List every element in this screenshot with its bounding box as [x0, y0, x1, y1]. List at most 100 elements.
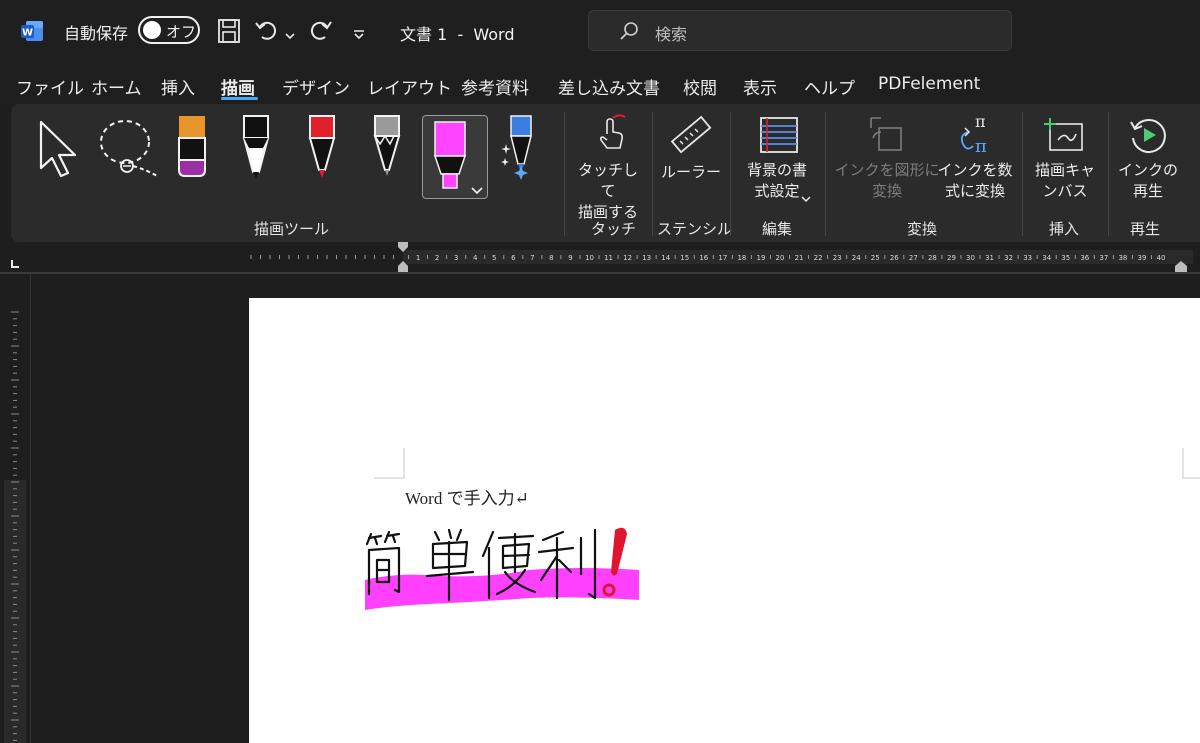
drawing-canvas-icon — [1042, 114, 1084, 158]
ink-to-shape-icon — [867, 114, 907, 160]
ruler-number: 37 — [1099, 254, 1108, 262]
active-tab-indicator — [221, 97, 258, 100]
search-box[interactable]: 検索 — [588, 10, 1012, 51]
group-separator — [1022, 112, 1023, 236]
vertical-ruler[interactable] — [0, 300, 30, 743]
ruler-number: 16 — [699, 254, 708, 262]
ruler-number: 25 — [871, 254, 880, 262]
group-separator — [652, 112, 653, 236]
tab-references[interactable]: 参考資料 — [461, 74, 529, 99]
undo-icon[interactable] — [254, 17, 280, 47]
ruler-number: 38 — [1118, 254, 1127, 262]
ruler-icon — [669, 114, 713, 162]
ruler-number: 39 — [1137, 254, 1146, 262]
tab-layout[interactable]: レイアウト — [367, 74, 452, 99]
ink-replay-button[interactable]: インクの 再生 — [1115, 160, 1181, 202]
ink-to-shape-button[interactable]: インクを図形に 変換 — [831, 160, 943, 202]
pen-orange-purple[interactable] — [177, 114, 207, 182]
typed-text-line[interactable]: Word で手入力↵ — [405, 484, 529, 509]
tab-view[interactable]: 表示 — [743, 74, 777, 99]
svg-text:π: π — [975, 112, 986, 131]
tab-mailings[interactable]: 差し込み文書 — [558, 74, 660, 99]
pencil-gray[interactable] — [372, 114, 402, 184]
document-page[interactable]: Word で手入力↵ — [249, 298, 1200, 743]
tab-insert[interactable]: 挿入 — [161, 74, 195, 99]
ruler-number: 8 — [549, 254, 553, 262]
ink-to-math-icon: ππ — [955, 112, 997, 160]
ruler-number: 20 — [776, 254, 785, 262]
ruler-number: 13 — [642, 254, 651, 262]
group-label-drawing-tools: 描画ツール — [254, 220, 330, 238]
ruler-number: 32 — [1004, 254, 1013, 262]
ruler-number: 4 — [473, 254, 478, 262]
ruler-number: 34 — [1042, 254, 1051, 262]
pen-black[interactable] — [241, 114, 271, 184]
tab-design[interactable]: デザイン — [282, 74, 350, 99]
ruler-number: 36 — [1080, 254, 1089, 262]
tab-file[interactable]: ファイル — [16, 74, 84, 99]
group-separator — [730, 112, 731, 236]
save-icon[interactable] — [217, 18, 241, 48]
redo-icon[interactable] — [307, 17, 333, 47]
toggle-knob — [143, 21, 161, 39]
group-label-stencil: ステンシル — [657, 220, 733, 238]
ruler-number: 23 — [833, 254, 842, 262]
ruler-button[interactable]: ルーラー — [659, 162, 723, 183]
group-label-touch: タッチ — [591, 220, 637, 238]
select-arrow-tool[interactable] — [37, 118, 81, 182]
word-app-icon[interactable]: W — [20, 19, 44, 43]
ruler-number: 5 — [492, 254, 496, 262]
group-separator — [825, 112, 826, 236]
pen-red[interactable] — [307, 114, 337, 184]
tab-review[interactable]: 校閲 — [683, 74, 717, 99]
tab-stop-selector-icon[interactable] — [10, 254, 20, 273]
ruler-scale: 1 2 3 4 5 6 7 8 9 10 11 12 13 14 15 16 17 18 19 20 21 22 23 24 2… — [250, 242, 1193, 272]
ruler-number: 14 — [661, 254, 670, 262]
autosave-toggle[interactable]: オフ — [138, 16, 200, 44]
add-pen-blue[interactable] — [499, 114, 539, 184]
group-label-edit: 編集 — [762, 220, 793, 238]
tab-home[interactable]: ホーム — [91, 74, 142, 99]
ruler-number: 3 — [454, 254, 458, 262]
ruler-number: 10 — [585, 254, 594, 262]
undo-dropdown-icon[interactable] — [285, 25, 295, 44]
customize-qat-icon[interactable] — [353, 25, 365, 44]
ruler-number: 22 — [814, 254, 823, 262]
pen-options-chevron-icon[interactable] — [471, 180, 483, 199]
tab-draw[interactable]: 描画 — [221, 74, 255, 99]
ruler-number: 26 — [890, 254, 899, 262]
highlighter-pink-selected[interactable] — [422, 115, 488, 199]
ruler-number: 2 — [435, 254, 439, 262]
background-format-icon — [759, 116, 799, 158]
ruler-number: 6 — [511, 254, 516, 262]
drawing-canvas-button[interactable]: 描画キャ ンバス — [1029, 160, 1101, 202]
document-title: 文書 1 - Word — [400, 25, 515, 44]
tab-help[interactable]: ヘルプ — [804, 74, 855, 99]
ruler-number: 35 — [1061, 254, 1070, 262]
handwriting-ink[interactable] — [359, 520, 659, 620]
ruler-number: 19 — [756, 254, 765, 262]
group-label-convert: 変換 — [907, 220, 938, 238]
ribbon-tabs: ファイル ホーム 挿入 描画 デザイン レイアウト 参考資料 差し込み文書 校閲… — [0, 62, 1200, 104]
lasso-select-tool[interactable] — [97, 118, 163, 184]
autosave-label: 自動保存 — [64, 24, 129, 43]
tab-pdfelement[interactable]: PDFelement — [878, 74, 980, 94]
ruler-number: 17 — [718, 254, 727, 262]
left-pane-divider — [30, 274, 31, 743]
group-separator — [1108, 112, 1109, 236]
ruler-number: 28 — [928, 254, 937, 262]
ink-replay-icon — [1127, 114, 1169, 160]
horizontal-ruler[interactable]: 1 2 3 4 5 6 7 8 9 10 11 12 13 14 15 16 17 18 19 20 21 22 23 24 2… — [0, 242, 1200, 274]
search-icon — [619, 21, 639, 45]
ruler-number: 29 — [947, 254, 956, 262]
autosave-state: オフ — [166, 23, 197, 41]
ink-to-math-button[interactable]: インクを数 式に変換 — [937, 160, 1013, 202]
background-format-chevron-icon[interactable] — [801, 188, 811, 207]
ruler-number: 21 — [795, 254, 804, 262]
group-label-replay: 再生 — [1130, 220, 1161, 238]
search-placeholder: 検索 — [655, 25, 688, 44]
ruler-number: 40 — [1157, 254, 1166, 262]
draw-with-touch-button[interactable]: タッチして 描画する — [571, 160, 645, 223]
ruler-number: 24 — [852, 254, 861, 262]
ruler-number: 7 — [530, 254, 534, 262]
